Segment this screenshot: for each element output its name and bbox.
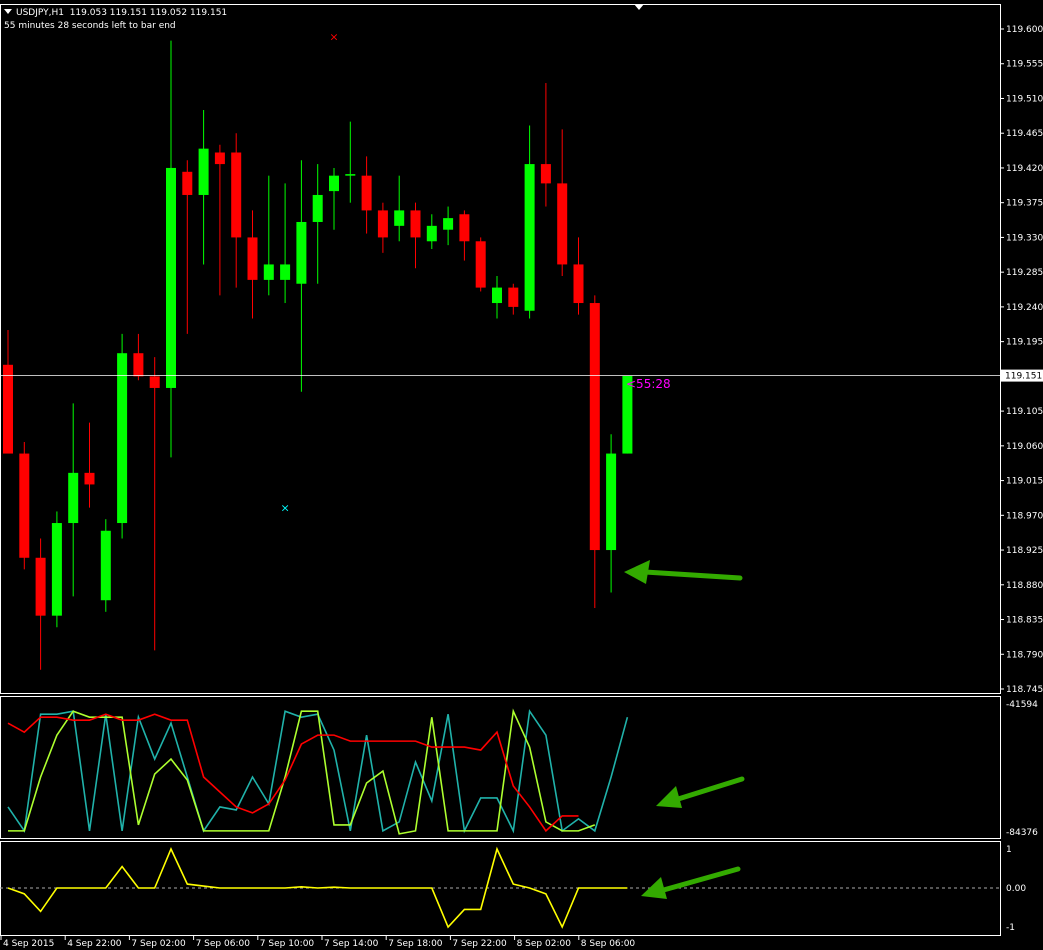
candle-body bbox=[361, 175, 372, 211]
candle-body bbox=[410, 210, 421, 238]
price-tick-label: 119.555 bbox=[1006, 60, 1043, 70]
candle-body bbox=[312, 194, 323, 222]
time-tick-label: 7 Sep 02:00 bbox=[131, 939, 186, 949]
price-tick-label: 119.600 bbox=[1006, 25, 1043, 35]
candle-body bbox=[35, 557, 46, 616]
candle-body bbox=[149, 376, 160, 388]
candle-body bbox=[182, 171, 193, 195]
price-tick-label: 119.060 bbox=[1006, 442, 1043, 452]
candle bbox=[19, 441, 30, 570]
candle-body bbox=[589, 303, 600, 551]
price-tick-label: 118.880 bbox=[1006, 581, 1043, 591]
candle-body bbox=[557, 183, 568, 265]
bar-timer-text: 55 minutes 28 seconds left to bar end bbox=[4, 21, 176, 31]
bar-countdown: <55:28 bbox=[626, 377, 671, 391]
price-tick-label: 119.375 bbox=[1006, 199, 1043, 209]
candle-body bbox=[198, 148, 209, 195]
candle bbox=[117, 333, 128, 539]
time-tick-label: 7 Sep 10:00 bbox=[260, 939, 315, 949]
momentum-tick-label: 0.00 bbox=[1006, 884, 1026, 894]
chart-shift-marker-icon[interactable] bbox=[634, 4, 644, 10]
price-tick-label: 119.420 bbox=[1006, 164, 1043, 174]
candle-body bbox=[84, 472, 95, 485]
price-tick-label: 119.015 bbox=[1006, 477, 1043, 487]
candle-body bbox=[280, 264, 291, 280]
candle-body bbox=[100, 530, 111, 601]
price-tick-label: 118.835 bbox=[1006, 616, 1043, 626]
signal-marker: × bbox=[329, 31, 338, 44]
ohlc-values: 119.053 119.151 119.052 119.151 bbox=[69, 8, 228, 18]
candle-body bbox=[606, 453, 617, 551]
chart-background bbox=[0, 0, 1043, 950]
momentum-tick-label: 1 bbox=[1006, 845, 1012, 855]
time-tick-label: 7 Sep 14:00 bbox=[324, 939, 379, 949]
candle-body bbox=[247, 237, 258, 280]
time-tick-label: 7 Sep 22:00 bbox=[452, 939, 507, 949]
price-tick-label: 118.970 bbox=[1006, 511, 1043, 521]
candle bbox=[100, 519, 111, 612]
trading-chart-canvas[interactable]: ×× 119.600119.555119.510119.465119.42011… bbox=[0, 0, 1043, 950]
price-tick-label: 118.790 bbox=[1006, 650, 1043, 660]
candle-body bbox=[443, 218, 454, 230]
candle-body bbox=[51, 523, 62, 616]
candle-body bbox=[492, 287, 502, 304]
momentum-tick-label: -1 bbox=[1006, 923, 1015, 933]
time-tick-label: 7 Sep 06:00 bbox=[196, 939, 251, 949]
candle-body bbox=[459, 214, 470, 242]
candle-body bbox=[231, 152, 242, 238]
candle-body bbox=[345, 174, 356, 176]
candle-body bbox=[3, 364, 13, 454]
candle-body bbox=[214, 152, 225, 165]
time-tick-label: 8 Sep 02:00 bbox=[517, 939, 572, 949]
candle-body bbox=[377, 210, 388, 238]
price-tick-label: 119.510 bbox=[1006, 94, 1043, 104]
symbol-header[interactable]: USDJPY,H1 119.053 119.151 119.052 119.15… bbox=[4, 7, 227, 19]
dropdown-caret-icon[interactable] bbox=[4, 9, 12, 14]
candle bbox=[51, 511, 62, 628]
candle-body bbox=[573, 264, 584, 304]
candle-body bbox=[394, 210, 405, 226]
candle-body bbox=[117, 353, 128, 524]
price-tick-label: 118.745 bbox=[1006, 685, 1043, 695]
candle-body bbox=[296, 221, 307, 284]
price-tick-label: 118.925 bbox=[1006, 546, 1043, 556]
candle-body bbox=[426, 225, 437, 242]
price-tick-label: 119.465 bbox=[1006, 129, 1043, 139]
current-price-label: 119.151 bbox=[1005, 372, 1042, 382]
time-tick-label: 4 Sep 2015 bbox=[3, 939, 54, 949]
candle-body bbox=[133, 353, 144, 377]
oscillator-tick-label: -84376 bbox=[1006, 828, 1038, 838]
symbol-name: USDJPY,H1 bbox=[16, 8, 64, 18]
price-tick-label: 119.285 bbox=[1006, 268, 1043, 278]
candle-body bbox=[68, 472, 79, 524]
price-tick-label: 119.240 bbox=[1006, 303, 1043, 313]
time-tick-label: 4 Sep 22:00 bbox=[67, 939, 122, 949]
candle bbox=[475, 237, 486, 292]
price-tick-label: 119.330 bbox=[1006, 233, 1043, 243]
candle-body bbox=[329, 175, 339, 192]
candle-body bbox=[540, 164, 551, 184]
candle-body bbox=[508, 287, 519, 307]
candle-body bbox=[524, 164, 535, 311]
candle-body bbox=[475, 241, 486, 288]
price-tick-label: 119.195 bbox=[1006, 338, 1043, 348]
time-tick-label: 7 Sep 18:00 bbox=[388, 939, 443, 949]
oscillator-tick-label: -41594 bbox=[1006, 700, 1038, 710]
time-tick-label: 8 Sep 06:00 bbox=[581, 939, 636, 949]
signal-marker: × bbox=[280, 502, 289, 515]
candle-body bbox=[263, 264, 274, 280]
candle-body bbox=[166, 167, 176, 388]
candle-body bbox=[19, 453, 30, 558]
price-tick-label: 119.105 bbox=[1006, 407, 1043, 417]
